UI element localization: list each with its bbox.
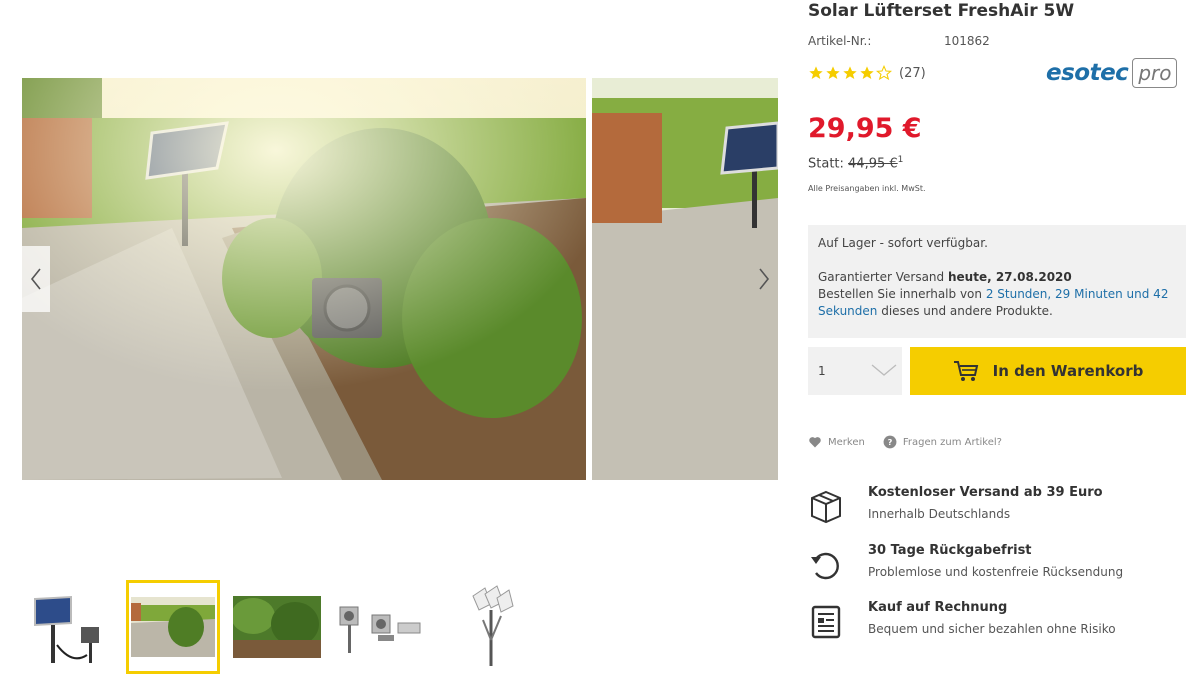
star-empty-icon [876, 65, 892, 81]
current-price: 29,95 € [808, 113, 922, 144]
box-icon [811, 490, 841, 524]
star-filled-icon [826, 66, 840, 79]
remember-label: Merken [828, 436, 865, 448]
slider-prev-button[interactable] [22, 246, 50, 312]
brand-suffix: pro [1132, 58, 1178, 88]
rating-count[interactable]: (27) [899, 66, 926, 81]
star-filled-icon [809, 66, 823, 79]
star-filled-icon [860, 66, 874, 79]
price-footnote: 1 [897, 155, 904, 165]
chevron-left-icon [30, 268, 41, 290]
usp-invoice: Kauf auf Rechnung Bequem und sicher beza… [808, 600, 1186, 650]
quantity-value: 1 [818, 364, 826, 378]
thumbnail-2[interactable] [126, 580, 220, 674]
delivery-info-box: Auf Lager - sofort verfügbar. Garantiert… [808, 225, 1186, 338]
question-label: Fragen zum Artikel? [902, 436, 1002, 448]
add-to-cart-label: In den Warenkorb [992, 362, 1144, 380]
vat-note: Alle Preisangaben inkl. MwSt. [808, 184, 926, 193]
svg-text:?: ? [887, 437, 892, 447]
product-title: Solar Lüfterset FreshAir 5W [808, 1, 1075, 21]
return-icon [811, 552, 839, 580]
usp-title: Kauf auf Rechnung [868, 600, 1008, 615]
chevron-right-icon [759, 268, 770, 290]
usp-subtitle: Bequem und sicher bezahlen ohne Risiko [868, 622, 1116, 636]
shipping-prefix: Garantierter Versand [818, 270, 945, 284]
article-number-label: Artikel-Nr.: [808, 34, 872, 48]
usp-shipping: Kostenloser Versand ab 39 Euro Innerhalb… [808, 485, 1186, 535]
old-price-line: Statt: 44,95 €1 [808, 155, 903, 171]
thumbnail-image [131, 597, 215, 657]
old-price: 44,95 € [848, 156, 898, 172]
remember-link[interactable]: Merken [808, 436, 865, 448]
brand-name: esotec [1046, 60, 1129, 86]
slider-next-button[interactable] [750, 246, 778, 312]
chevron-down-icon [871, 364, 897, 376]
old-price-label: Statt: [808, 156, 844, 172]
product-actions: Merken ? Fragen zum Artikel? [808, 435, 1020, 449]
heart-icon [809, 437, 821, 448]
article-number-value: 101862 [944, 34, 990, 48]
question-icon: ? [883, 435, 897, 449]
brand-logo[interactable]: esotec pro [1046, 58, 1178, 88]
thumbnail-image [233, 596, 321, 658]
usp-return: 30 Tage Rückgabefrist Problemlose und ko… [808, 543, 1186, 593]
thumbnail-5[interactable] [438, 580, 532, 674]
product-image-main [22, 78, 586, 480]
add-to-cart-button[interactable]: In den Warenkorb [910, 347, 1186, 395]
question-link[interactable]: ? Fragen zum Artikel? [883, 435, 1002, 449]
rating-stars[interactable]: (27) [808, 65, 926, 81]
usp-title: 30 Tage Rückgabefrist [868, 543, 1032, 558]
order-suffix: dieses und andere Produkte. [881, 304, 1053, 318]
invoice-icon [811, 605, 841, 639]
thumbnail-4[interactable] [334, 580, 428, 674]
quantity-select[interactable]: 1 [808, 347, 902, 395]
thumbnail-3[interactable] [230, 580, 324, 674]
shipping-date: heute, 27.08.2020 [948, 270, 1072, 284]
usp-subtitle: Problemlose und kostenfreie Rücksendung [868, 565, 1124, 579]
usp-title: Kostenloser Versand ab 39 Euro [868, 485, 1103, 500]
order-prefix: Bestellen Sie innerhalb von [818, 287, 982, 301]
star-filled-icon [843, 66, 857, 79]
cart-icon [953, 361, 978, 381]
availability-text: Auf Lager - sofort verfügbar. [818, 236, 988, 250]
thumbnail-image [472, 585, 514, 666]
thumbnail-image [339, 606, 421, 653]
usp-subtitle: Innerhalb Deutschlands [868, 507, 1011, 521]
thumbnail-image [34, 595, 99, 663]
thumbnail-1[interactable] [22, 580, 116, 674]
product-image-slider[interactable] [22, 78, 778, 480]
